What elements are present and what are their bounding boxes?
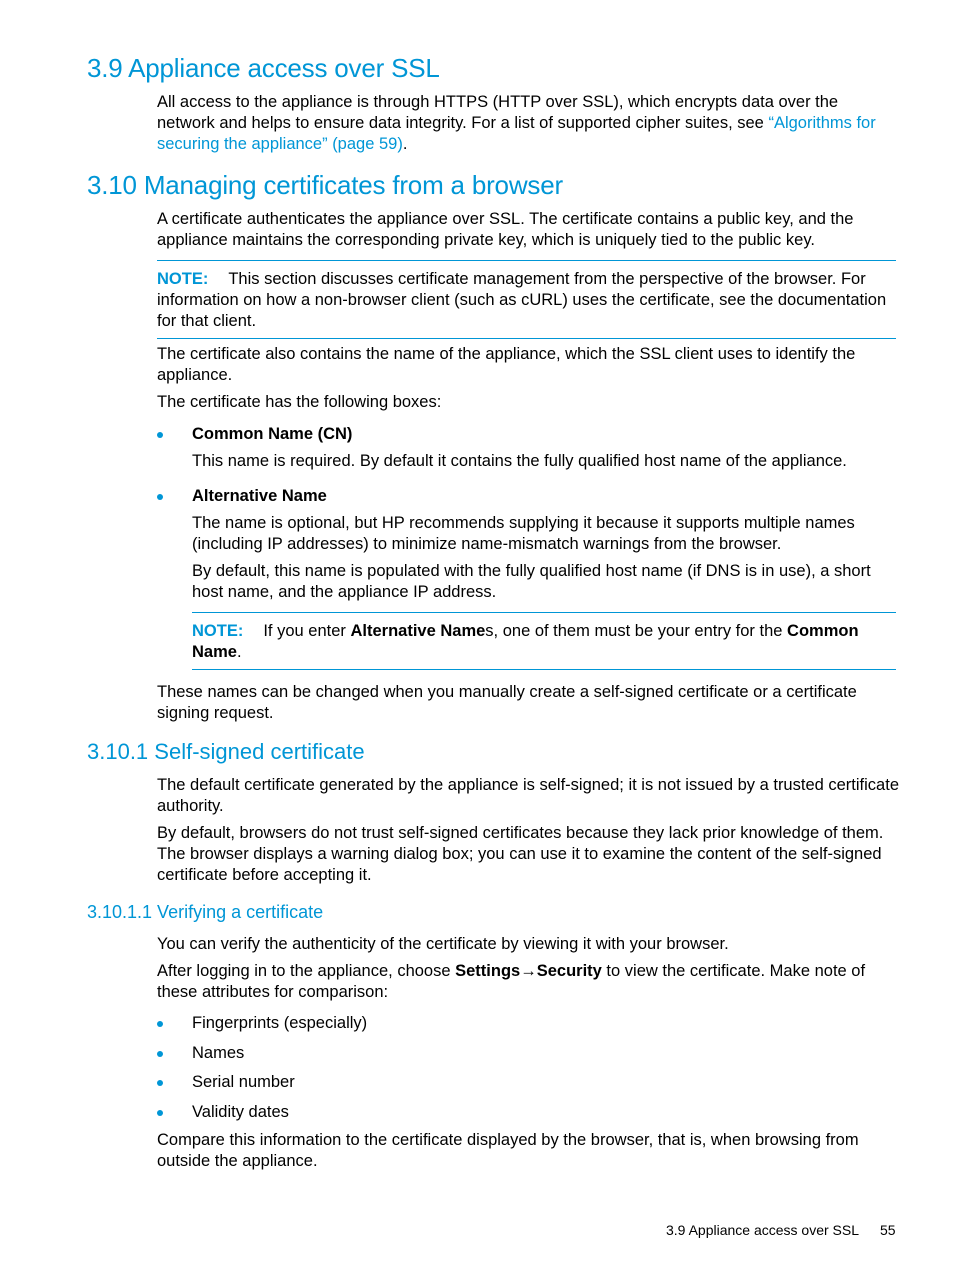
menu-path-security: Security <box>536 962 602 980</box>
attribute-item: Serial number <box>192 1073 295 1091</box>
attribute-item: Fingerprints (especially) <box>192 1014 368 1032</box>
box-name: Common Name (CN) <box>192 425 353 443</box>
box-description: The name is optional, but HP recommends … <box>192 514 855 553</box>
paragraph-cert-intro: A certificate authenticates the applianc… <box>157 210 854 249</box>
box-description: By default, this name is populated with … <box>192 562 871 601</box>
bullet-icon <box>157 1021 163 1027</box>
box-item-alternative-name: Alternative Name <box>192 486 327 507</box>
bullet-icon <box>157 432 163 438</box>
heading-3-10-1: 3.10.1 Self-signed certificate <box>87 739 365 764</box>
arrow-right-icon: → <box>520 962 537 980</box>
menu-path-settings: Settings <box>455 962 521 980</box>
paragraph-text: After logging in to the appliance, choos… <box>157 962 456 980</box>
attribute-item: Validity dates <box>192 1103 289 1121</box>
paragraph-cert-name: The certificate also contains the name o… <box>157 345 856 384</box>
paragraph-browser-trust: By default, browsers do not trust self-s… <box>157 824 884 884</box>
footer-page-number: 55 <box>880 1222 896 1238</box>
bullet-icon <box>157 1110 163 1116</box>
paragraph-text: . <box>402 135 408 153</box>
paragraph-ssl-access: All access to the appliance is through H… <box>157 92 899 155</box>
bullet-icon <box>157 494 163 500</box>
note-text: If you enter <box>263 622 351 640</box>
footer-section-title: 3.9 Appliance access over SSL <box>666 1222 860 1238</box>
box-item-common-name: Common Name (CN) <box>192 424 352 445</box>
paragraph-names-changed: These names can be changed when you manu… <box>157 683 857 722</box>
paragraph-settings-security: After logging in to the appliance, choos… <box>157 961 899 1003</box>
bullet-icon <box>157 1051 163 1057</box>
paragraph-verify: You can verify the authenticity of the c… <box>157 935 729 953</box>
paragraph-boxes-intro: The certificate has the following boxes: <box>157 393 442 411</box>
box-description: This name is required. By default it con… <box>192 452 847 470</box>
note-label: NOTE: <box>157 270 209 288</box>
heading-3-9: 3.9 Appliance access over SSL <box>87 53 440 83</box>
paragraph-self-signed: The default certificate generated by the… <box>157 776 899 815</box>
bullet-icon <box>157 1080 163 1086</box>
heading-3-10: 3.10 Managing certificates from a browse… <box>87 170 563 200</box>
heading-3-10-1-1: 3.10.1.1 Verifying a certificate <box>87 902 324 922</box>
attribute-item: Names <box>192 1044 245 1062</box>
note-text: s, one of them must be your entry for th… <box>485 622 788 640</box>
note-label: NOTE: <box>192 622 244 640</box>
note-bold-term: Alternative Name <box>350 622 486 640</box>
note-box-alternative: NOTE: If you enter Alternative Names, one… <box>192 612 896 670</box>
paragraph-text: All access to the appliance is through H… <box>157 93 839 132</box>
box-name: Alternative Name <box>192 487 327 505</box>
paragraph-compare: Compare this information to the certific… <box>157 1131 859 1170</box>
note-text: This section discusses certificate manag… <box>157 270 887 330</box>
note-text: . <box>236 643 242 661</box>
note-box: NOTE: This section discusses certificate … <box>157 260 896 339</box>
